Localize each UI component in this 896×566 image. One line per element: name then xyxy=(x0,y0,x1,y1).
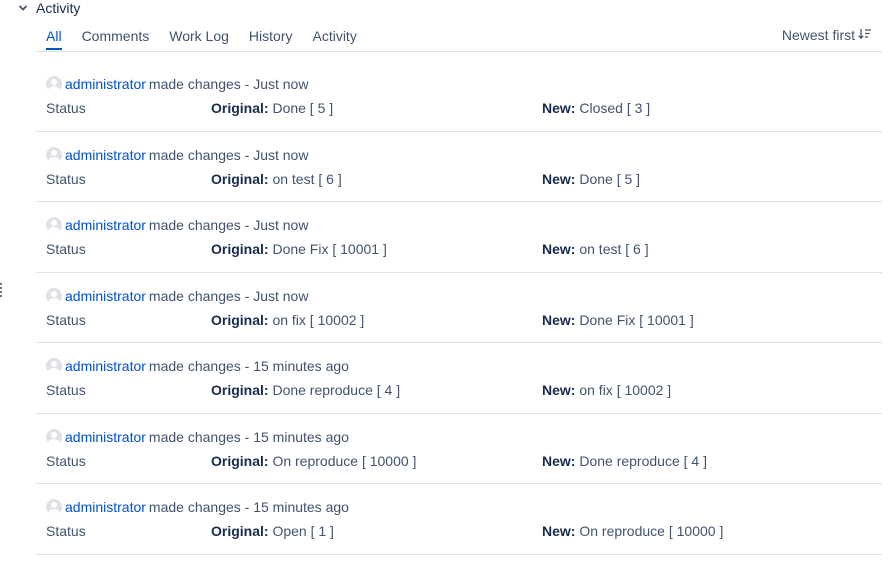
original-value-text: Done [ 5 ] xyxy=(272,100,334,116)
new-value: New: Closed [ 3 ] xyxy=(542,100,650,116)
activity-section-header[interactable]: Activity xyxy=(16,0,80,16)
change-summary: made changes - Just now xyxy=(148,76,309,92)
original-label: Original: xyxy=(211,523,269,539)
original-label: Original: xyxy=(211,382,269,398)
new-label: New: xyxy=(542,523,576,539)
user-link[interactable]: administrator xyxy=(65,217,146,233)
original-label: Original: xyxy=(211,170,269,187)
section-title: Activity xyxy=(36,0,81,16)
change-summary: made changes - 15 minutes ago xyxy=(148,358,349,374)
original-value-text: On reproduce [ 10000 ] xyxy=(272,452,417,469)
new-label: New: xyxy=(542,241,576,257)
change-summary: made changes - 15 minutes ago xyxy=(148,428,349,445)
original-value-text: Open [ 1 ] xyxy=(272,523,334,539)
default-avatar-icon[interactable] xyxy=(46,428,62,445)
new-value-text: On reproduce [ 10000 ] xyxy=(579,523,724,539)
tab-activity[interactable]: Activity xyxy=(302,24,366,50)
sort-descending-icon xyxy=(858,27,872,43)
history-entry: administrator made changes - Just now St… xyxy=(36,202,882,273)
history-entry: administrator made changes - 15 minutes … xyxy=(36,414,882,484)
new-value-text: on fix [ 10002 ] xyxy=(579,382,672,398)
field-name: Status xyxy=(46,170,86,187)
tab-all[interactable]: All xyxy=(36,24,72,50)
history-entry: administrator made changes - 15 minutes … xyxy=(36,343,882,414)
change-summary: made changes - 15 minutes ago xyxy=(148,499,349,515)
original-value: Original: Done [ 5 ] xyxy=(211,100,333,116)
new-value-text: Done Fix [ 10001 ] xyxy=(579,311,694,328)
new-value-text: Done reproduce [ 4 ] xyxy=(579,452,707,469)
original-label: Original: xyxy=(211,241,269,257)
original-label: Original: xyxy=(211,100,269,116)
new-value: New: Done Fix [ 10001 ] xyxy=(542,312,694,328)
new-value: New: On reproduce [ 10000 ] xyxy=(542,523,723,539)
sort-order-button[interactable]: Newest first xyxy=(782,27,872,43)
new-label: New: xyxy=(542,170,576,187)
original-value: Original: Done Fix [ 10001 ] xyxy=(211,241,387,257)
new-value: New: Done [ 5 ] xyxy=(542,171,640,187)
history-list: administrator made changes - Just now St… xyxy=(36,61,882,555)
field-name: Status xyxy=(46,452,86,469)
default-avatar-icon[interactable] xyxy=(46,146,62,163)
new-label: New: xyxy=(542,382,576,398)
field-name: Status xyxy=(46,523,86,539)
tab-work-log[interactable]: Work Log xyxy=(159,24,239,50)
field-name: Status xyxy=(46,382,86,398)
default-avatar-icon[interactable] xyxy=(46,499,62,515)
original-value: Original: On reproduce [ 10000 ] xyxy=(211,453,416,469)
change-summary: made changes - Just now xyxy=(148,287,309,304)
user-link[interactable]: administrator xyxy=(65,358,146,374)
tab-history[interactable]: History xyxy=(239,24,303,50)
user-link[interactable]: administrator xyxy=(65,288,146,304)
user-link[interactable]: administrator xyxy=(65,429,146,445)
original-value: Original: Open [ 1 ] xyxy=(211,523,334,539)
new-value-text: Done [ 5 ] xyxy=(579,170,641,187)
new-label: New: xyxy=(542,452,576,469)
new-value: New: on test [ 6 ] xyxy=(542,241,649,257)
drag-handle-icon[interactable] xyxy=(0,283,4,297)
original-value-text: on fix [ 10002 ] xyxy=(272,311,365,328)
original-value: Original: on fix [ 10002 ] xyxy=(211,312,364,328)
change-summary: made changes - Just now xyxy=(148,217,309,233)
new-label: New: xyxy=(542,311,576,328)
original-value-text: on test [ 6 ] xyxy=(272,170,342,187)
original-label: Original: xyxy=(211,452,269,469)
history-entry: administrator made changes - Just now St… xyxy=(36,273,882,343)
field-name: Status xyxy=(46,311,86,328)
original-label: Original: xyxy=(211,311,269,328)
default-avatar-icon[interactable] xyxy=(46,76,62,92)
new-label: New: xyxy=(542,100,576,116)
sort-label: Newest first xyxy=(781,27,855,43)
field-name: Status xyxy=(46,100,86,116)
original-value-text: Done Fix [ 10001 ] xyxy=(272,241,387,257)
history-entry: administrator made changes - Just now St… xyxy=(36,61,882,132)
new-value-text: on test [ 6 ] xyxy=(579,241,649,257)
activity-tabs: All Comments Work Log History Activity N… xyxy=(36,24,882,52)
tab-comments[interactable]: Comments xyxy=(72,24,160,50)
new-value-text: Closed [ 3 ] xyxy=(579,100,651,116)
user-link[interactable]: administrator xyxy=(65,76,146,92)
history-entry: administrator made changes - 15 minutes … xyxy=(36,484,882,555)
original-value-text: Done reproduce [ 4 ] xyxy=(272,382,401,398)
new-value: New: Done reproduce [ 4 ] xyxy=(542,453,707,469)
field-name: Status xyxy=(46,241,86,257)
default-avatar-icon[interactable] xyxy=(46,287,62,304)
new-value: New: on fix [ 10002 ] xyxy=(542,382,671,398)
user-link[interactable]: administrator xyxy=(65,499,146,515)
default-avatar-icon[interactable] xyxy=(46,358,62,374)
chevron-down-icon[interactable] xyxy=(16,1,30,15)
history-entry: administrator made changes - Just now St… xyxy=(36,132,882,202)
user-link[interactable]: administrator xyxy=(65,147,146,163)
original-value: Original: on test [ 6 ] xyxy=(211,171,342,187)
change-summary: made changes - Just now xyxy=(148,146,309,163)
original-value: Original: Done reproduce [ 4 ] xyxy=(211,382,400,398)
default-avatar-icon[interactable] xyxy=(46,217,62,233)
